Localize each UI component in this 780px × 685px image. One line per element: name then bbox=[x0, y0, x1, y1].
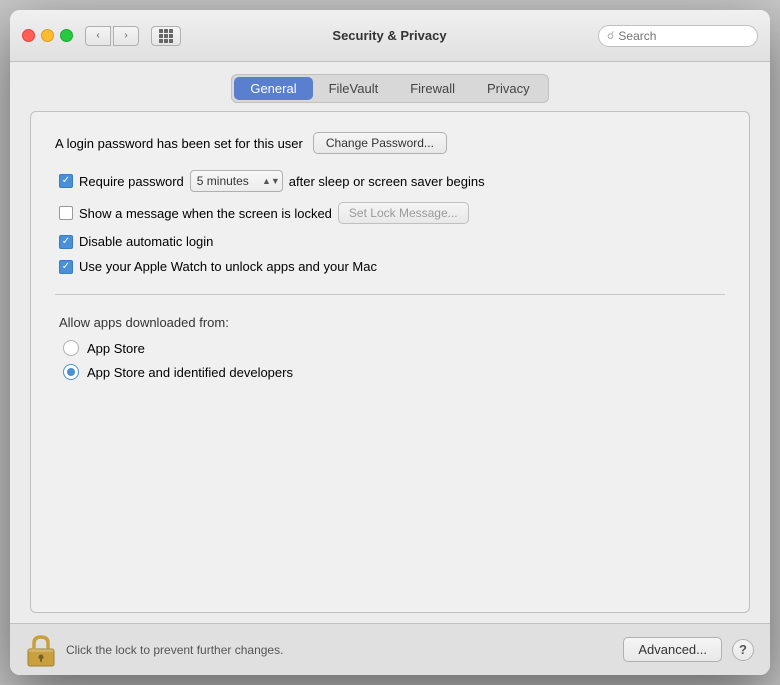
allow-apps-label: Allow apps downloaded from: bbox=[59, 315, 725, 330]
close-button[interactable] bbox=[22, 29, 35, 42]
back-button[interactable]: ‹ bbox=[85, 26, 111, 46]
show-message-checkbox[interactable] bbox=[59, 206, 73, 220]
apple-watch-label: Use your Apple Watch to unlock apps and … bbox=[79, 259, 377, 274]
window-title: Security & Privacy bbox=[189, 28, 590, 43]
disable-autologin-checkbox[interactable] bbox=[59, 235, 73, 249]
show-message-label: Show a message when the screen is locked bbox=[79, 206, 332, 221]
search-input[interactable] bbox=[618, 29, 749, 43]
apple-watch-row: Use your Apple Watch to unlock apps and … bbox=[55, 259, 725, 274]
tab-filevault[interactable]: FileVault bbox=[313, 77, 395, 100]
maximize-button[interactable] bbox=[60, 29, 73, 42]
radio-app-store-label: App Store bbox=[87, 341, 145, 356]
traffic-lights bbox=[22, 29, 73, 42]
tabs-container: General FileVault Firewall Privacy bbox=[10, 62, 770, 111]
search-icon: ☌ bbox=[607, 29, 614, 42]
show-message-row: Show a message when the screen is locked… bbox=[55, 202, 725, 224]
footer-lock-text: Click the lock to prevent further change… bbox=[66, 643, 613, 657]
apple-watch-checkbox[interactable] bbox=[59, 260, 73, 274]
grid-icon bbox=[159, 29, 173, 43]
require-password-dropdown-wrapper: immediately 5 seconds 1 minute 5 minutes… bbox=[190, 170, 283, 192]
radio-app-store-identified-label: App Store and identified developers bbox=[87, 365, 293, 380]
change-password-button[interactable]: Change Password... bbox=[313, 132, 447, 154]
tab-general[interactable]: General bbox=[234, 77, 312, 100]
require-password-after-label: after sleep or screen saver begins bbox=[289, 174, 485, 189]
password-row: A login password has been set for this u… bbox=[55, 132, 725, 154]
disable-autologin-label: Disable automatic login bbox=[79, 234, 213, 249]
lock-icon[interactable] bbox=[26, 633, 56, 667]
main-window: ‹ › Security & Privacy ☌ General FileVau… bbox=[10, 10, 770, 675]
titlebar: ‹ › Security & Privacy ☌ bbox=[10, 10, 770, 62]
require-password-row: Require password immediately 5 seconds 1… bbox=[55, 170, 725, 192]
tab-privacy[interactable]: Privacy bbox=[471, 77, 546, 100]
radio-app-store[interactable] bbox=[63, 340, 79, 356]
footer: Click the lock to prevent further change… bbox=[10, 623, 770, 675]
require-password-select[interactable]: immediately 5 seconds 1 minute 5 minutes… bbox=[190, 170, 283, 192]
help-button[interactable]: ? bbox=[732, 639, 754, 661]
content-area: A login password has been set for this u… bbox=[30, 111, 750, 613]
divider bbox=[55, 294, 725, 295]
radio-app-store-identified[interactable] bbox=[63, 364, 79, 380]
grid-view-button[interactable] bbox=[151, 26, 181, 46]
set-lock-message-button[interactable]: Set Lock Message... bbox=[338, 202, 469, 224]
require-password-label: Require password bbox=[79, 174, 184, 189]
nav-buttons: ‹ › bbox=[85, 26, 139, 46]
minimize-button[interactable] bbox=[41, 29, 54, 42]
radio-app-store-identified-row: App Store and identified developers bbox=[59, 364, 725, 380]
radio-app-store-row: App Store bbox=[59, 340, 725, 356]
allow-apps-section: Allow apps downloaded from: App Store Ap… bbox=[55, 315, 725, 380]
search-box[interactable]: ☌ bbox=[598, 25, 758, 47]
forward-button[interactable]: › bbox=[113, 26, 139, 46]
require-password-checkbox[interactable] bbox=[59, 174, 73, 188]
tabs: General FileVault Firewall Privacy bbox=[231, 74, 548, 103]
advanced-button[interactable]: Advanced... bbox=[623, 637, 722, 662]
disable-autologin-row: Disable automatic login bbox=[55, 234, 725, 249]
password-label: A login password has been set for this u… bbox=[55, 136, 303, 151]
tab-firewall[interactable]: Firewall bbox=[394, 77, 471, 100]
